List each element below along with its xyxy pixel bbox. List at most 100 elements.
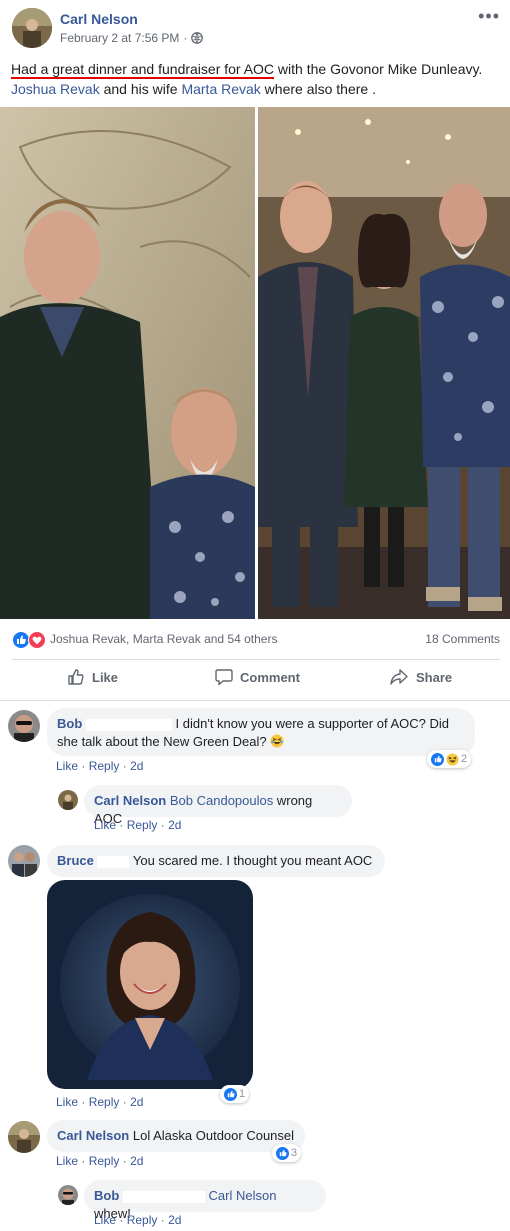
comment-bubble: Bob Carl Nelson whew! [84, 1180, 326, 1221]
comment-actions: Like · Reply · 2d [94, 1213, 181, 1227]
avatar[interactable] [8, 710, 40, 742]
post-meta: February 2 at 7:56 PM · [60, 31, 204, 45]
comment-time[interactable]: 2d [168, 818, 181, 832]
post-photo-left[interactable] [0, 107, 255, 619]
comment-like-link[interactable]: Like [56, 759, 78, 773]
comment-like-link[interactable]: Like [94, 1213, 116, 1227]
more-options-icon[interactable]: ••• [478, 6, 500, 27]
reaction-count: 3 [291, 1147, 298, 1159]
comment-image-portrait [47, 880, 253, 1089]
commenter-avatar-bob [8, 710, 40, 742]
like-reaction-icon [12, 631, 30, 649]
dot-separator: · [119, 818, 124, 832]
haha-reaction-icon [446, 752, 459, 766]
reactions-summary[interactable]: Joshua Revak, Marta Revak and 54 others … [12, 630, 500, 650]
post-photo-right[interactable] [258, 107, 510, 619]
comment-like-link[interactable]: Like [56, 1095, 78, 1109]
post-text-end: where also there . [260, 81, 376, 97]
commenter-avatar-carl [58, 790, 78, 810]
love-reaction-icon [28, 631, 46, 649]
author-avatar-image [12, 8, 52, 48]
comment-time[interactable]: 2d [130, 1154, 143, 1168]
comment-bubble: Carl Nelson Bob Candopoulos wrong AOC [84, 785, 352, 826]
commenter-name[interactable]: Bob [57, 716, 82, 731]
comment-text: You scared me. I thought you meant AOC [132, 853, 373, 868]
comment-bubble: Bob I didn't know you were a supporter o… [47, 708, 475, 756]
reaction-count: 2 [461, 753, 468, 765]
commenter-name[interactable]: Bob [94, 1188, 119, 1203]
meta-separator: · [183, 31, 188, 45]
globe-icon[interactable] [191, 32, 204, 44]
reaction-count: 1 [239, 1088, 246, 1100]
comment-reactions[interactable]: 3 [272, 1144, 302, 1162]
author-avatar[interactable] [12, 8, 52, 48]
commenter-avatar-bob [58, 1185, 78, 1205]
avatar[interactable] [58, 1185, 78, 1205]
mention-link[interactable]: Bob Candopoulos [170, 793, 273, 808]
thumbs-up-icon [68, 669, 84, 685]
comment-bubble: Bruce You scared me. I thought you meant… [47, 845, 385, 877]
commenter-name[interactable]: Carl Nelson [57, 1128, 129, 1143]
comment-time[interactable]: 2d [130, 759, 143, 773]
comment-button[interactable]: Comment [215, 668, 300, 686]
like-button[interactable]: Like [67, 668, 118, 686]
share-button-label: Share [416, 669, 453, 685]
comment-actions: Like · Reply · 2d [56, 1095, 143, 1109]
post-text-mid: and his wife [99, 81, 182, 97]
comment-icon [215, 669, 233, 686]
comment-reply-link[interactable]: Reply [127, 1213, 158, 1227]
comment-text: I didn't know you were a supporter of AO… [175, 716, 449, 731]
comment-time[interactable]: 2d [130, 1095, 143, 1109]
avatar[interactable] [8, 845, 40, 877]
post-text-highlight: Had a great dinner and fundraiser for AO… [11, 61, 275, 79]
dot-separator: · [160, 1213, 165, 1227]
comment-reply-link[interactable]: Reply [127, 818, 158, 832]
comment-reactions[interactable]: 1 [220, 1085, 250, 1103]
dot-separator: · [122, 1154, 127, 1168]
comments-count[interactable]: 18 Comments [425, 632, 500, 646]
dot-separator: · [81, 1095, 86, 1109]
photo-left-image [0, 107, 255, 619]
comment-actions: Like · Reply · 2d [94, 818, 181, 832]
comment-reply-link[interactable]: Reply [89, 1095, 120, 1109]
photo-right-image [258, 107, 510, 619]
comment-time[interactable]: 2d [168, 1213, 181, 1227]
like-button-label: Like [92, 669, 119, 685]
share-icon [390, 669, 408, 685]
comment-reply-link[interactable]: Reply [89, 759, 120, 773]
comment-text: Lol Alaska Outdoor Counsel [132, 1128, 295, 1143]
share-button[interactable]: Share [389, 668, 452, 686]
reaction-icons [12, 631, 48, 649]
redacted-name [97, 855, 130, 868]
comment-image[interactable] [47, 880, 253, 1089]
like-reaction-icon [276, 1146, 289, 1160]
dot-separator: · [81, 1154, 86, 1168]
tag-joshua-revak[interactable]: Joshua Revak [11, 81, 100, 97]
comment-reply-link[interactable]: Reply [89, 1154, 120, 1168]
redacted-name [85, 718, 172, 731]
post-timestamp[interactable]: February 2 at 7:56 PM [60, 31, 179, 45]
comment-button-label: Comment [240, 669, 300, 685]
comment-text-line2: she talk about the New Green Deal? [57, 734, 271, 749]
dot-separator: · [122, 1095, 127, 1109]
comment-like-link[interactable]: Like [94, 818, 116, 832]
dot-separator: · [119, 1213, 124, 1227]
avatar[interactable] [58, 790, 78, 810]
dot-separator: · [160, 818, 165, 832]
commenter-name[interactable]: Carl Nelson [94, 793, 166, 808]
avatar[interactable] [8, 1121, 40, 1153]
tag-marta-revak[interactable]: Marta Revak [181, 81, 260, 97]
post-author-name[interactable]: Carl Nelson [60, 11, 138, 27]
comment-actions: Like · Reply · 2d [56, 1154, 143, 1168]
mention-link[interactable]: Carl Nelson [209, 1188, 277, 1203]
comment-reactions[interactable]: 2 [427, 750, 472, 768]
dot-separator: · [81, 759, 86, 773]
post-text: Had a great dinner and fundraiser for AO… [11, 59, 501, 99]
commenter-name[interactable]: Bruce [57, 853, 94, 868]
reaction-names[interactable]: Joshua Revak, Marta Revak and 54 others [50, 632, 277, 646]
divider [12, 659, 500, 660]
commenter-avatar-bruce [8, 845, 40, 877]
like-reaction-icon [224, 1087, 237, 1101]
comment-like-link[interactable]: Like [56, 1154, 78, 1168]
laughing-emoji-icon [270, 734, 284, 748]
